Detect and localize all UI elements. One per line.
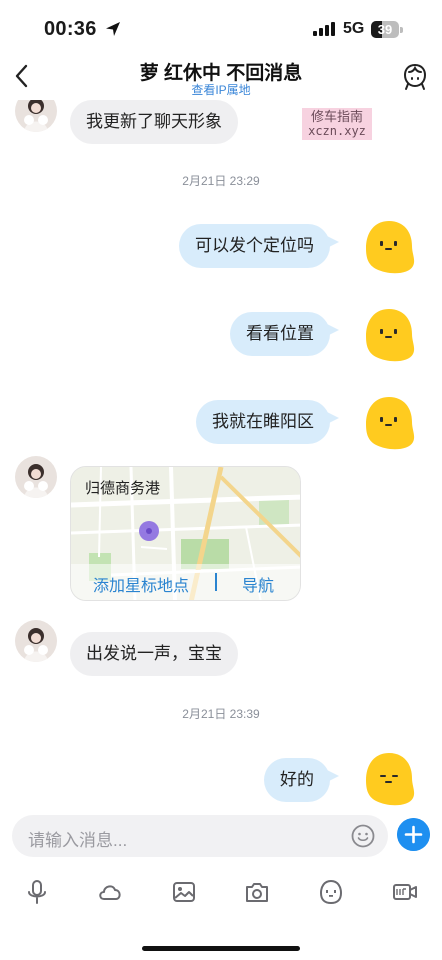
battery-icon: 39: [371, 21, 403, 38]
watermark: 修车指南 xczn.xyz: [302, 108, 372, 140]
status-time: 00:36: [44, 18, 97, 40]
gif-icon[interactable]: [391, 878, 419, 906]
status-bar: 00:36 5G 39: [0, 0, 442, 58]
message-timestamp: 2月21日 23:29: [182, 174, 260, 188]
my-avatar-icon[interactable]: [360, 306, 418, 364]
message-bubble-incoming[interactable]: 我更新了聊天形象: [70, 100, 238, 144]
network-type: 5G: [343, 20, 365, 37]
location-card[interactable]: 归德商务港 添加星标地点 导航: [70, 466, 301, 601]
message-timestamp: 2月21日 23:39: [182, 707, 260, 721]
watermark-line: xczn.xyz: [308, 124, 366, 138]
message-bubble-incoming[interactable]: 出发说一声，宝宝: [70, 632, 238, 676]
watermark-line: 修车指南: [310, 109, 363, 124]
view-ip-location-link[interactable]: 查看IP属地: [60, 81, 382, 98]
location-arrow-icon: [106, 22, 120, 36]
message-input[interactable]: 请输入消息...: [12, 815, 388, 857]
message-input-bar: 请输入消息...: [0, 808, 442, 866]
location-name: 归德商务港: [85, 480, 161, 497]
image-icon[interactable]: [170, 878, 198, 906]
mic-icon[interactable]: [23, 878, 51, 906]
my-avatar-icon[interactable]: [360, 218, 418, 276]
message-bubble-outgoing[interactable]: 我就在睢阳区: [196, 400, 339, 444]
message-bubble-outgoing[interactable]: 可以发个定位吗: [179, 224, 339, 268]
back-button[interactable]: [8, 60, 36, 92]
cloud-icon[interactable]: [96, 878, 124, 906]
add-button[interactable]: [397, 818, 430, 851]
home-indicator[interactable]: [142, 946, 300, 951]
navigate-button[interactable]: 导航: [242, 572, 274, 596]
message-bubble-outgoing[interactable]: 看看位置: [230, 312, 339, 356]
add-star-location-button[interactable]: 添加星标地点: [93, 572, 189, 596]
input-placeholder: 请输入消息...: [28, 831, 128, 850]
input-toolbar: [0, 866, 442, 918]
chat-header: 萝 红休中 不回消息 查看IP属地: [0, 58, 442, 100]
cellular-signal-icon: [313, 22, 335, 36]
contact-avatar[interactable]: [15, 620, 57, 662]
message-bubble-outgoing[interactable]: 好的: [264, 758, 339, 802]
location-actions: 添加星标地点 导航: [71, 564, 300, 600]
contact-avatar[interactable]: [15, 100, 57, 132]
divider: [215, 573, 217, 591]
emoji-icon[interactable]: [350, 823, 376, 849]
message-list[interactable]: 我更新了聊天形象 修车指南 xczn.xyz 2月21日 23:29 可以发个定…: [0, 100, 442, 808]
camera-icon[interactable]: [243, 878, 271, 906]
contact-avatar[interactable]: [15, 456, 57, 498]
face-icon[interactable]: [317, 878, 345, 906]
battery-level: 39: [377, 22, 393, 37]
my-avatar-icon[interactable]: [360, 750, 418, 808]
my-avatar-icon[interactable]: [360, 394, 418, 452]
profile-icon[interactable]: [400, 60, 430, 92]
